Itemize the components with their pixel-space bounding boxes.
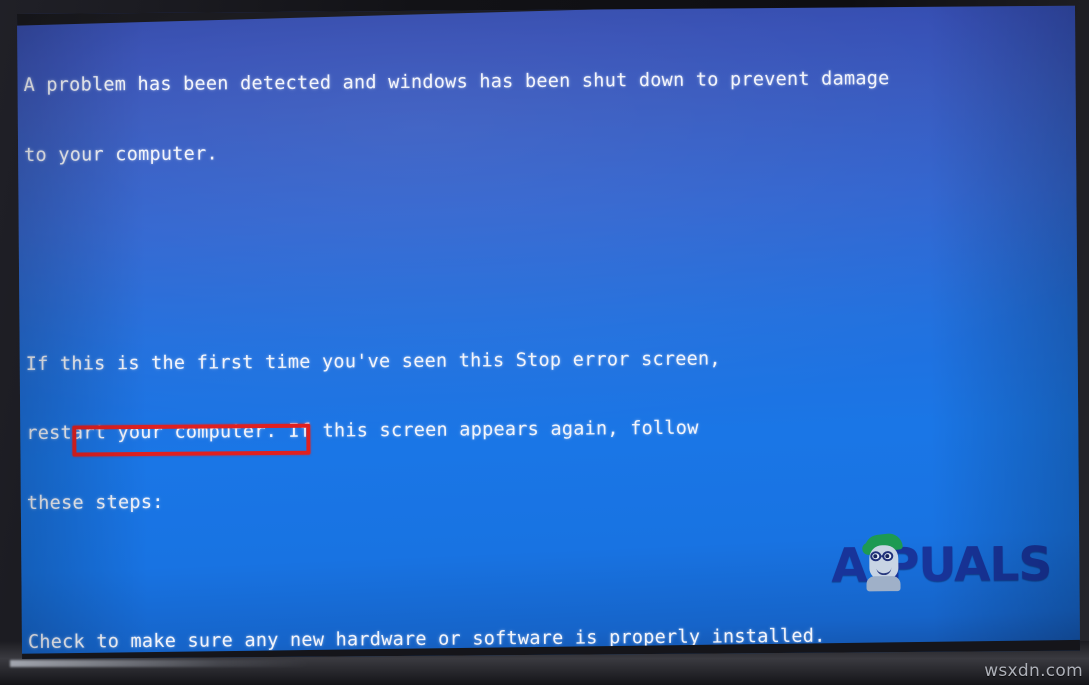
blue-screen-of-death: A problem has been detected and windows … xyxy=(17,5,1081,659)
stop-code-highlight-box xyxy=(72,423,311,457)
bsod-intro-line-2: to your computer. xyxy=(24,143,218,166)
bsod-restart-line-3: these steps: xyxy=(26,491,164,514)
logo-letters-puals: PUALS xyxy=(884,536,1052,593)
bezel-highlight xyxy=(10,660,310,667)
bsod-restart-line-1: If this is the first time you've seen th… xyxy=(25,348,721,375)
appuals-mascot-icon xyxy=(860,532,904,592)
monitor-screen-area: A problem has been detected and windows … xyxy=(17,5,1081,659)
source-watermark: wsxdn.com xyxy=(984,661,1083,681)
photograph-of-monitor: A problem has been detected and windows … xyxy=(0,0,1089,685)
appuals-watermark-logo: A PUALS xyxy=(831,528,1052,602)
bsod-intro-line-1: A problem has been detected and windows … xyxy=(23,68,890,97)
